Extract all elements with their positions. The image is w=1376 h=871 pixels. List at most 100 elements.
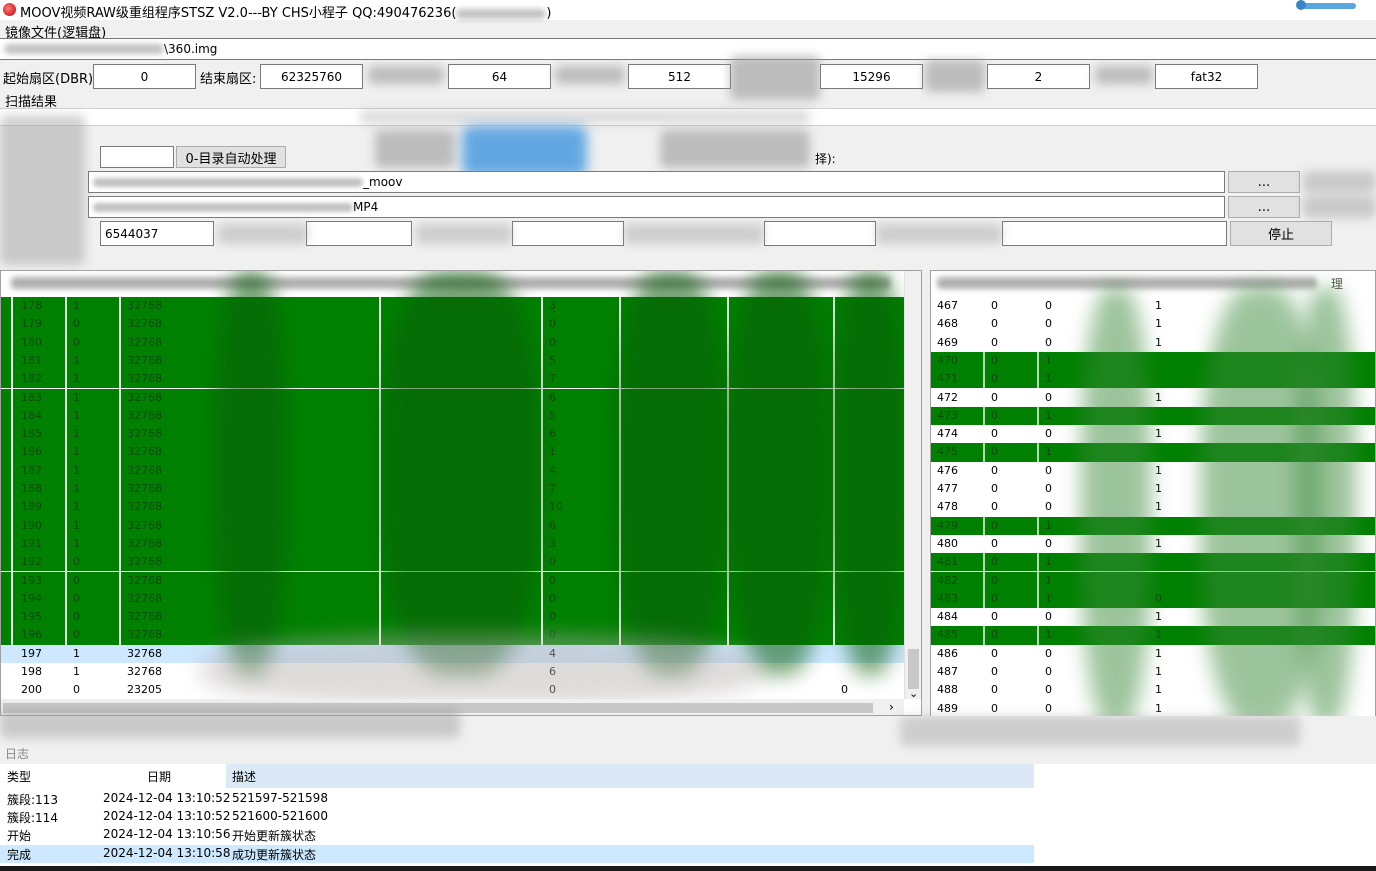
redacted-field-label-b (416, 224, 512, 244)
table-cell: 0 (1045, 665, 1052, 678)
table-cell: 189 (21, 500, 42, 514)
param-input-c[interactable] (764, 221, 876, 246)
log-entry[interactable]: 簇段:114 2024-12-04 13:10:52 521600-521600 (0, 808, 1034, 826)
table-cell: 196 (21, 628, 42, 642)
table-cell: 0 (73, 335, 80, 349)
table-cell: 1 (1155, 427, 1162, 441)
image-path-text: \360.img (164, 42, 218, 56)
table-cell: 32768 (127, 573, 162, 587)
table-cell: 488 (937, 683, 958, 697)
table-cell: 186 (21, 445, 42, 459)
table-cell: 1 (1155, 701, 1162, 715)
table-cell: 0 (73, 683, 80, 697)
table-cell: 0 (1045, 390, 1052, 404)
table-cell: 4 (549, 463, 556, 477)
column-separator (119, 297, 121, 645)
table-cell: 179 (21, 317, 42, 331)
redacted-strip-text (360, 110, 810, 124)
param5-input[interactable]: 15296 (820, 64, 923, 89)
redacted-status-2 (900, 716, 1300, 746)
dir-input[interactable] (100, 146, 174, 168)
browse-mp4-button[interactable]: ... (1228, 196, 1300, 218)
table-cell: 0 (1045, 482, 1052, 495)
table-cell: 1 (1155, 646, 1162, 660)
log-header-desc[interactable]: 描述 (232, 768, 256, 785)
table-cell: 182 (21, 372, 42, 386)
table-cell: 32768 (127, 646, 162, 660)
table-cell: 1 (73, 445, 80, 459)
param6-input[interactable]: 2 (987, 64, 1090, 89)
browse-moov-button[interactable]: ... (1228, 171, 1300, 193)
stop-button[interactable]: 停止 (1230, 221, 1332, 246)
moov-path-input[interactable]: _moov (88, 171, 1225, 193)
right-cluster-table[interactable]: 理 467 0 0 1 468 0 0 1 469 0 0 1 470 0 1 471 0 1 472 0 0 1 473 0… (930, 270, 1376, 720)
param4-input[interactable]: 512 (628, 64, 731, 89)
left-vertical-scrollbar[interactable]: ⌄ (904, 271, 921, 700)
start-sector-input[interactable]: 0 (93, 64, 196, 89)
redacted-right-2 (1303, 196, 1376, 218)
table-cell: 484 (937, 610, 958, 624)
table-cell: 0 (1045, 335, 1052, 349)
table-cell: 0 (841, 683, 848, 697)
log-cell-date: 2024-12-04 13:10:52 (103, 809, 231, 824)
table-cell: 472 (937, 390, 958, 404)
log-cell-type: 簇段:113 (7, 793, 58, 807)
table-cell: 1 (1155, 665, 1162, 678)
log-entry[interactable]: 完成 2024-12-04 13:10:58 成功更新簇状态 (0, 844, 1034, 863)
table-cell: 197 (21, 646, 42, 660)
table-cell: 469 (937, 335, 958, 349)
log-entry[interactable]: 开始 2024-12-04 13:10:56 开始更新簇状态 (0, 826, 1034, 844)
left-scroll-thumb[interactable] (908, 649, 919, 689)
log-entry[interactable]: 簇段:113 2024-12-04 13:10:52 521597-521598 (0, 790, 1034, 808)
left-cluster-table[interactable]: 178 1 32768 3 179 0 32768 0 180 0 32768 0 181 1 32768 5… (0, 270, 922, 716)
table-cell: 32768 (127, 335, 162, 349)
table-cell: 191 (21, 536, 42, 550)
mp4-path-input[interactable]: MP4 (88, 196, 1225, 218)
log-cell-desc: 成功更新簇状态 (232, 847, 317, 862)
opacity-slider-knob[interactable] (1296, 0, 1306, 10)
table-cell: 32768 (127, 299, 162, 312)
redacted-status-1 (0, 708, 460, 738)
log-header-type[interactable]: 类型 (7, 768, 31, 785)
redacted-column-smear (1296, 287, 1356, 719)
counter-input[interactable]: 6544037 (100, 221, 214, 246)
table-cell: 32768 (127, 610, 162, 624)
auto-dir-button[interactable]: 0-目录自动处理 (176, 146, 286, 168)
log-list[interactable]: 类型 日期 描述 簇段:113 2024-12-04 13:10:52 521597… (0, 764, 1376, 871)
redacted-column-smear (1081, 287, 1151, 719)
filesystem-input[interactable]: fat32 (1155, 64, 1258, 89)
table-cell: 0 (73, 628, 80, 642)
log-header-date[interactable]: 日期 (147, 768, 171, 785)
image-path-field[interactable]: \360.img (0, 38, 1376, 60)
table-cell: 471 (937, 372, 958, 386)
table-cell: 32768 (127, 372, 162, 386)
param-input-d[interactable] (1002, 221, 1227, 246)
table-cell: 1 (73, 408, 80, 422)
table-cell: 32768 (127, 353, 162, 367)
param-input-a[interactable] (306, 221, 412, 246)
right-table-header: 理 (931, 271, 1375, 295)
highlighted-button[interactable] (462, 126, 587, 176)
app-icon (3, 3, 16, 16)
table-cell: 478 (937, 500, 958, 514)
log-header-desc-bg (226, 764, 1034, 788)
column-separator (65, 297, 67, 645)
table-cell: 0 (73, 591, 80, 605)
table-cell: 32768 (127, 591, 162, 605)
opacity-slider-track[interactable] (1298, 3, 1356, 9)
table-cell: 0 (991, 317, 998, 331)
chevron-right-icon[interactable]: › (889, 700, 894, 714)
param3-input[interactable]: 64 (448, 64, 551, 89)
table-cell: 1 (73, 372, 80, 386)
param-input-b[interactable] (512, 221, 624, 246)
table-cell: 6 (549, 390, 556, 404)
log-cell-date: 2024-12-04 13:10:58 (103, 845, 231, 860)
redacted-label-5 (730, 56, 820, 100)
chevron-down-icon[interactable]: ⌄ (909, 687, 918, 700)
table-cell: 0 (991, 482, 998, 495)
end-sector-input[interactable]: 62325760 (260, 64, 363, 89)
table-cell: 0 (991, 518, 998, 532)
redacted-column-smear (216, 271, 286, 675)
column-separator (1037, 297, 1039, 718)
log-cell-type: 簇段:114 (7, 811, 58, 826)
